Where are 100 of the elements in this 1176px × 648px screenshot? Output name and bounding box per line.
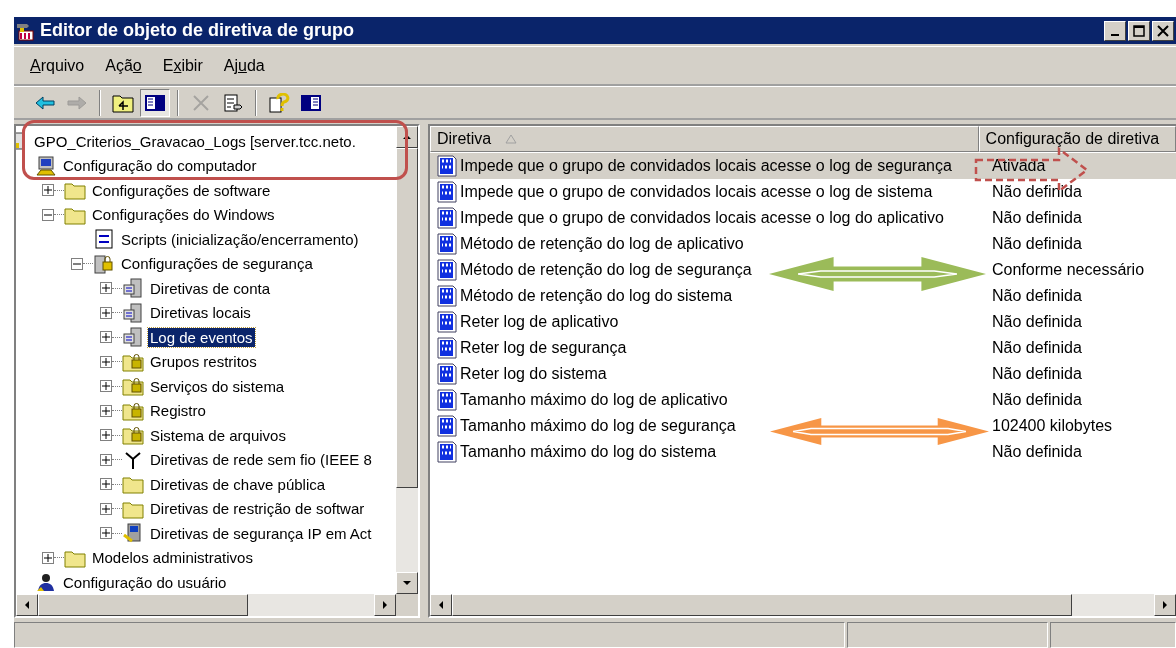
scrollbar-corner xyxy=(396,594,418,616)
tree-item[interactable]: Serviços do sistema xyxy=(148,376,287,396)
plus-icon xyxy=(102,504,110,513)
tree-item[interactable]: Scripts (inicialização/encerramento) xyxy=(119,229,361,249)
expand-toggle[interactable] xyxy=(100,355,112,368)
minimize-icon xyxy=(1111,34,1119,36)
policy-name: Impede que o grupo de convidados locais acesse o log de sistema xyxy=(460,183,933,201)
scroll-right-icon xyxy=(1161,601,1169,609)
collapse-toggle[interactable] xyxy=(42,208,54,221)
tree-item[interactable]: Configuração do computador xyxy=(61,156,259,176)
policy-row[interactable]: Tamanho máximo do log de aplicativo Não definida xyxy=(430,387,1176,413)
server-icon xyxy=(122,327,144,348)
expand-toggle[interactable] xyxy=(42,551,54,564)
policy-value: Não definida xyxy=(991,287,1082,305)
tree-item[interactable]: Diretivas de segurança IP em Act xyxy=(148,523,374,543)
policy-row[interactable]: Método de retenção do log de segurança Conforme necessário xyxy=(430,257,1176,283)
folder-up-icon xyxy=(112,92,134,113)
tree-item[interactable]: Grupos restritos xyxy=(148,352,259,372)
plus-icon xyxy=(102,308,110,317)
policy-row[interactable]: Reter log de segurança Não definida xyxy=(430,335,1176,361)
policy-row[interactable]: Reter log do sistema Não definida xyxy=(430,361,1176,387)
plus-icon xyxy=(102,284,110,293)
tree-item[interactable]: Diretivas de restrição de softwar xyxy=(148,499,367,519)
policy-name: Método de retenção do log de segurança xyxy=(460,261,752,279)
expand-toggle[interactable] xyxy=(100,429,112,442)
policy-setting-icon xyxy=(436,259,458,281)
expand-toggle[interactable] xyxy=(100,502,112,515)
close-button[interactable] xyxy=(1152,20,1174,41)
locked-folder-icon xyxy=(122,425,144,446)
policy-setting-icon xyxy=(436,233,458,255)
tree-item[interactable]: Diretivas de conta xyxy=(148,278,273,298)
tree-item[interactable]: Configuração do usuário xyxy=(61,572,229,592)
expand-toggle[interactable] xyxy=(100,527,112,540)
tree-item[interactable]: GPO_Criterios_Gravacao_Logs [server.tcc.neto. xyxy=(32,131,358,151)
policy-value: Ativada xyxy=(991,157,1046,175)
tree-item[interactable]: Configurações de software xyxy=(90,180,273,200)
tree-item[interactable]: Log de eventos xyxy=(148,327,255,347)
menu-item[interactable]: Ajuda xyxy=(217,54,271,77)
policy-row[interactable]: Reter log de aplicativo Não definida xyxy=(430,309,1176,335)
policy-value: Conforme necessário xyxy=(991,261,1145,279)
expand-toggle[interactable] xyxy=(100,306,112,319)
column-header[interactable]: Configuração de diretiva xyxy=(978,126,1176,152)
sort-arrow-icon xyxy=(505,134,518,144)
expand-toggle[interactable] xyxy=(100,331,112,344)
policy-value: Não definida xyxy=(991,209,1082,227)
tree-item[interactable]: Modelos administrativos xyxy=(90,548,255,568)
tree-item[interactable]: Sistema de arquivos xyxy=(148,425,288,445)
server-lock-icon xyxy=(93,253,115,274)
policy-value: Não definida xyxy=(991,235,1082,253)
plus-icon xyxy=(102,357,110,366)
collapse-toggle[interactable] xyxy=(71,257,83,270)
policy-row[interactable]: Impede que o grupo de convidados locais acesse o log de sistema Não definida xyxy=(430,179,1176,205)
tree-item[interactable]: Configurações de segurança xyxy=(119,254,315,274)
policy-row[interactable]: Impede que o grupo de convidados locais acesse o log do aplicativo Não definida xyxy=(430,205,1176,231)
tree-item[interactable]: Diretivas de rede sem fio (IEEE 8 xyxy=(148,450,374,470)
policy-name: Tamanho máximo do log de aplicativo xyxy=(460,391,728,409)
horizontal-scrollbar[interactable] xyxy=(16,594,418,616)
expand-toggle[interactable] xyxy=(100,380,112,393)
policy-setting-icon xyxy=(436,311,458,333)
policy-setting-icon xyxy=(436,155,458,177)
menu-item[interactable]: Exibir xyxy=(156,54,209,77)
tree-item[interactable]: Diretivas de chave pública xyxy=(148,474,328,494)
plus-icon xyxy=(102,480,110,489)
policy-row[interactable]: Tamanho máximo do log do sistema Não definida xyxy=(430,439,1176,465)
scroll-right-icon xyxy=(381,601,389,609)
expand-toggle[interactable] xyxy=(100,478,112,491)
menu-item[interactable]: Ação xyxy=(99,54,148,77)
policy-setting-icon xyxy=(436,415,458,437)
policy-row[interactable]: Tamanho máximo do log de segurança 102400 kilobytes xyxy=(430,413,1176,439)
policy-value: 102400 kilobytes xyxy=(991,417,1113,435)
policy-name: Reter log de aplicativo xyxy=(460,313,619,331)
policy-value: Não definida xyxy=(991,339,1082,357)
policy-setting-icon xyxy=(436,441,458,463)
policy-name: Reter log de segurança xyxy=(460,339,627,357)
maximize-button[interactable] xyxy=(1128,20,1150,41)
maximize-icon xyxy=(1133,24,1145,37)
expand-toggle[interactable] xyxy=(100,404,112,417)
server-icon xyxy=(122,302,144,323)
policy-value: Não definida xyxy=(991,443,1082,461)
column-header[interactable]: Diretiva xyxy=(430,126,979,152)
export-list-icon xyxy=(222,92,244,113)
expand-toggle[interactable] xyxy=(42,184,54,197)
horizontal-scrollbar[interactable] xyxy=(430,594,1176,616)
toolbar-button[interactable] xyxy=(140,88,170,117)
policy-row[interactable]: Impede que o grupo de convidados locais acesse o log de segurança Ativada xyxy=(430,153,1176,179)
locked-folder-icon xyxy=(122,351,144,372)
expand-toggle[interactable] xyxy=(100,282,112,295)
minimize-button[interactable] xyxy=(1104,20,1126,41)
locked-folder-icon xyxy=(122,400,144,421)
expand-toggle[interactable] xyxy=(100,453,112,466)
menu-item[interactable]: Arquivo xyxy=(24,54,91,77)
vertical-scrollbar[interactable] xyxy=(396,126,418,594)
plus-icon xyxy=(102,382,110,391)
tree-item[interactable]: Diretivas locais xyxy=(148,303,253,323)
policy-row[interactable]: Método de retenção do log de aplicativo Não definida xyxy=(430,231,1176,257)
computer-icon xyxy=(35,155,57,176)
policy-row[interactable]: Método de retenção do log do sistema Não definida xyxy=(430,283,1176,309)
tree-item[interactable]: Configurações do Windows xyxy=(90,205,277,225)
tree-item[interactable]: Registro xyxy=(148,401,208,421)
plus-icon xyxy=(102,431,110,440)
